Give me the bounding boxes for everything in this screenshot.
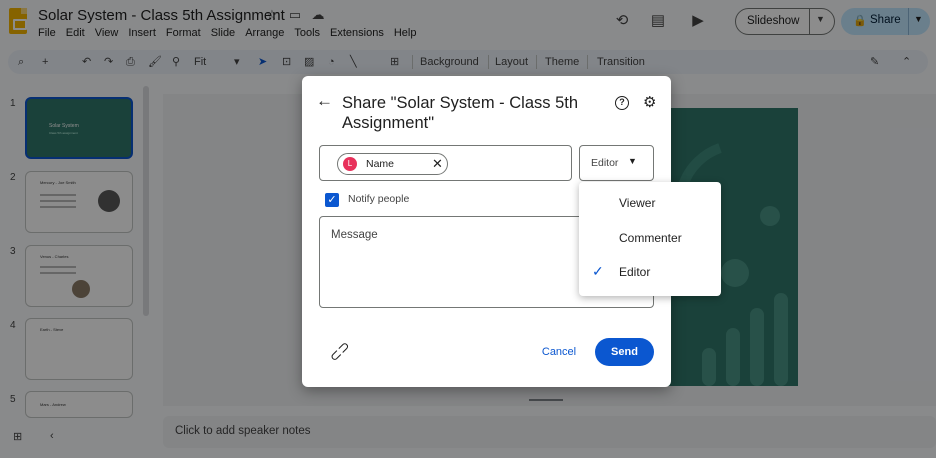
menu-item-label: Viewer (619, 196, 656, 210)
check-icon: ✓ (592, 263, 604, 279)
people-input[interactable]: L Name ✕ (319, 145, 572, 181)
recipient-name: Name (366, 158, 395, 170)
role-select-value: Editor (591, 157, 619, 169)
send-button[interactable]: Send (595, 338, 654, 366)
caret-down-icon: ▼ (628, 156, 637, 166)
role-menu: Viewer Commenter ✓ Editor (579, 182, 721, 296)
role-select[interactable]: Editor ▼ (579, 145, 654, 181)
help-icon[interactable]: ? (615, 96, 629, 110)
dialog-title: Share "Solar System - Class 5th Assignme… (342, 94, 579, 132)
recipient-chip[interactable]: L Name ✕ (337, 153, 448, 175)
message-placeholder: Message (331, 229, 378, 241)
menu-item-commenter[interactable]: Commenter (579, 221, 721, 255)
notify-label: Notify people (348, 193, 410, 205)
menu-item-label: Editor (619, 265, 651, 279)
menu-item-viewer[interactable]: Viewer (579, 186, 721, 220)
menu-item-editor[interactable]: ✓ Editor (579, 255, 721, 289)
notify-checkbox[interactable]: ✓ (325, 193, 339, 207)
avatar: L (343, 157, 357, 171)
cancel-button[interactable]: Cancel (535, 340, 583, 364)
link-icon[interactable]: ⊂⊃ (325, 337, 354, 366)
close-icon[interactable]: ✕ (432, 156, 443, 171)
menu-item-label: Commenter (619, 231, 682, 245)
gear-icon[interactable]: ⚙ (643, 93, 656, 111)
back-arrow-icon[interactable]: ← (316, 92, 333, 110)
